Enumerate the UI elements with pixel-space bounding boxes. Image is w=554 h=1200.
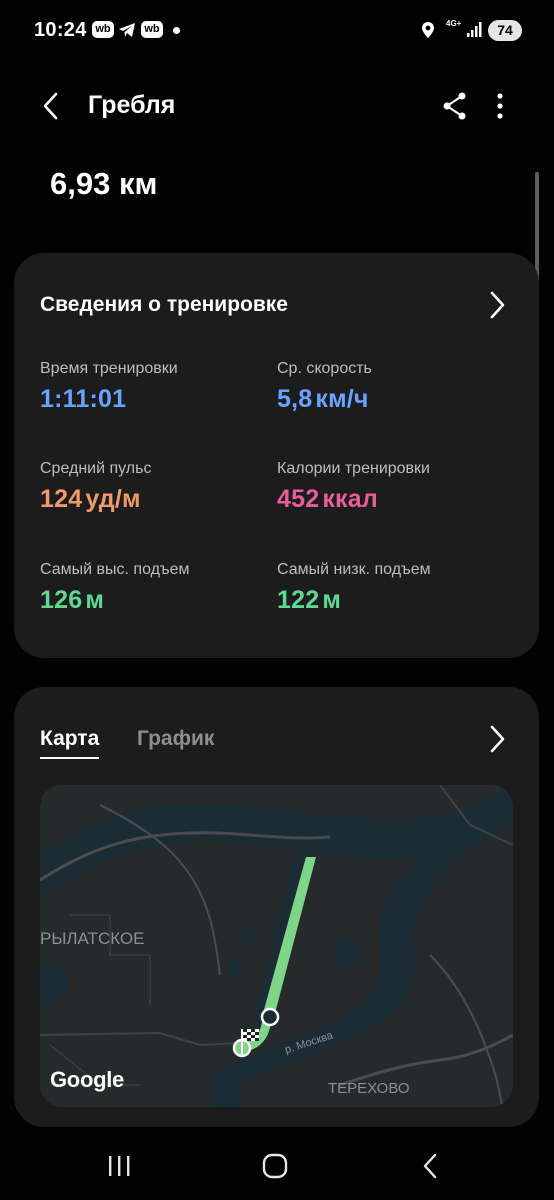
stat-min-elevation: Самый низк. подъем 122 м [277,561,431,615]
map-label-village: ТЕРЕХОВО [328,1080,410,1097]
notification-dot-icon [173,27,180,34]
wb-app-icon: wb [92,21,114,38]
google-logo: Google [50,1067,124,1092]
more-vertical-icon[interactable] [490,90,510,122]
network-type-label: 4G+ [446,19,462,28]
stat-label: Самый низк. подъем [277,561,431,578]
total-distance: 6,93 км [50,166,158,201]
back-arrow-icon[interactable] [36,90,68,122]
status-bar: 10:24 wb wb 4G+ 74 [0,0,554,62]
wb-app-icon-2: wb [141,21,163,38]
tab-chart[interactable]: График [137,727,214,751]
stat-avg-heart-rate: Средний пульс 124 уд/м [40,460,151,514]
workout-details-card[interactable]: Сведения о тренировке Время тренировки 1… [14,253,539,658]
stat-value: 1:11:01 [40,385,127,413]
stat-calories: Калории тренировки 452 ккал [277,460,430,514]
page-title: Гребля [88,91,176,119]
map-label-district: РЫЛАТСКОЕ [40,929,145,948]
system-nav-bar [0,1135,554,1200]
home-icon[interactable] [258,1151,292,1181]
stat-label: Самый выс. подъем [40,561,190,578]
battery-indicator: 74 [488,20,522,41]
route-map[interactable]: РЫЛАТСКОЕ р. Москва ТЕРЕХОВО Google [40,785,513,1107]
chevron-right-icon[interactable] [485,290,509,320]
app-header: Гребля [0,78,554,138]
stat-workout-time: Время тренировки 1:11:01 [40,360,178,414]
stat-label: Средний пульс [40,460,152,477]
workout-details-title: Сведения о тренировке [40,293,288,316]
stat-value: 452 ккал [277,485,378,513]
location-icon [422,22,434,38]
stat-value: 126 м [40,586,105,614]
share-icon[interactable] [440,90,470,122]
stat-label: Время тренировки [40,360,178,377]
recents-icon[interactable] [102,1151,136,1181]
stat-label: Ср. скорость [277,360,372,377]
back-icon[interactable] [414,1151,448,1181]
stat-label: Калории тренировки [277,460,430,477]
stat-max-elevation: Самый выс. подъем 126 м [40,561,190,615]
status-time: 10:24 [34,19,87,41]
stat-avg-speed: Ср. скорость 5,8 км/ч [277,360,372,414]
stat-value: 5,8 км/ч [277,385,369,413]
tab-map[interactable]: Карта [40,727,100,759]
telegram-icon [119,23,135,37]
map-card: Карта График РЫЛАТСКОЕ р. Москва ТЕРЕХОВ… [14,687,539,1127]
chevron-right-icon[interactable] [485,724,509,754]
stat-value: 122 м [277,586,342,614]
signal-icon [467,22,482,37]
stat-value: 124 уд/м [40,485,141,513]
